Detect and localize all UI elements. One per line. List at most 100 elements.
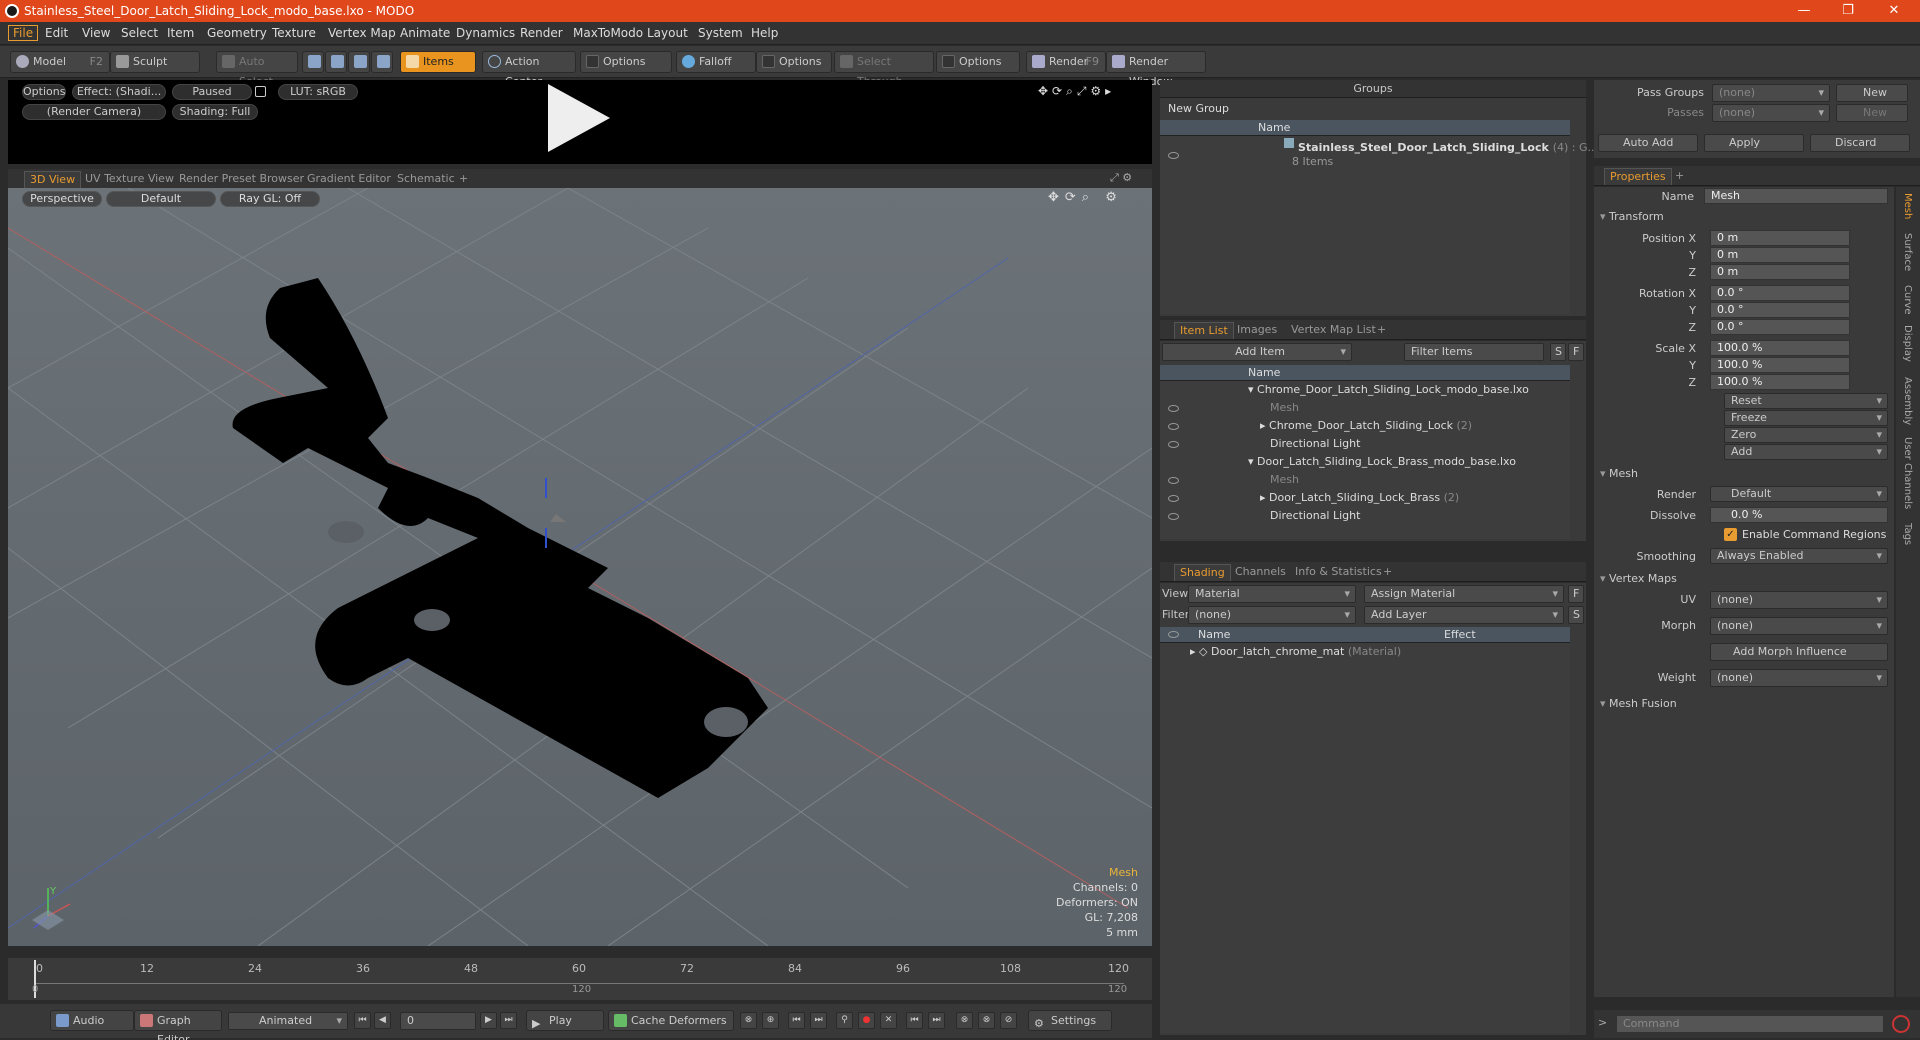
- cache-deformers-button[interactable]: Cache Deformers: [608, 1010, 734, 1031]
- raygl-dropdown[interactable]: Ray GL: Off: [220, 191, 320, 207]
- tab-3d-view[interactable]: 3D View: [24, 171, 82, 188]
- tab-images[interactable]: Images: [1232, 322, 1282, 339]
- next-marker-button[interactable]: ⏭: [928, 1012, 945, 1029]
- pass-groups-dropdown[interactable]: (none): [1712, 84, 1830, 102]
- enable-command-regions-checkbox[interactable]: ✓: [1724, 528, 1737, 541]
- item-row-locator[interactable]: ▸ Chrome_Door_Latch_Sliding_Lock (2): [1260, 417, 1472, 435]
- preview-lut-dropdown[interactable]: LUT: sRGB: [278, 84, 358, 100]
- item-row-mesh[interactable]: Mesh: [1270, 399, 1299, 417]
- key-tool-icon[interactable]: ⚲: [836, 1012, 853, 1029]
- item-row-scene[interactable]: ▾ Chrome_Door_Latch_Sliding_Lock_modo_ba…: [1248, 381, 1529, 399]
- position-z-field[interactable]: 0 m: [1710, 264, 1850, 280]
- item-row-locator[interactable]: ▸ Door_Latch_Sliding_Lock_Brass (2): [1260, 489, 1459, 507]
- tab-shading[interactable]: Shading: [1174, 564, 1231, 581]
- first-frame-button[interactable]: ⏮: [354, 1012, 371, 1029]
- menu-item[interactable]: Item: [167, 26, 194, 40]
- scale-y-field[interactable]: 100.0 %: [1710, 357, 1850, 373]
- smoothing-dropdown[interactable]: Always Enabled: [1710, 548, 1888, 564]
- menu-animate[interactable]: Animate: [400, 26, 450, 40]
- items-mode-button[interactable]: Items: [400, 51, 476, 73]
- falloff-options-button[interactable]: Options: [756, 51, 832, 73]
- channel-key-icon[interactable]: ⊗: [956, 1012, 973, 1029]
- preview-nav-icons[interactable]: ✥⟳⌕⤢⚙▸: [1038, 84, 1115, 99]
- tab-uv-texture-view[interactable]: UV Texture View: [80, 171, 179, 188]
- render-button[interactable]: Render F9: [1026, 51, 1106, 73]
- prev-key-button[interactable]: ⏮: [788, 1012, 805, 1029]
- next-key-button[interactable]: ⏭: [810, 1012, 827, 1029]
- zero-dropdown[interactable]: Zero: [1724, 427, 1888, 443]
- add-morph-influence-button[interactable]: Add Morph Influence: [1710, 643, 1888, 661]
- menu-dynamics[interactable]: Dynamics: [456, 26, 515, 40]
- graph-editor-button[interactable]: Graph Editor: [134, 1010, 222, 1040]
- auto-key-icon[interactable]: ⊕: [762, 1012, 779, 1029]
- menu-help[interactable]: Help: [751, 26, 778, 40]
- menu-system[interactable]: System: [698, 26, 743, 40]
- menu-geometry[interactable]: Geometry: [207, 26, 267, 40]
- action-center-button[interactable]: Action Center: [482, 51, 576, 88]
- tab-info-statistics[interactable]: Info & Statistics: [1290, 564, 1387, 581]
- next-frame-button[interactable]: ▶: [480, 1012, 497, 1029]
- vtab-surface[interactable]: Surface: [1902, 233, 1913, 271]
- scale-z-field[interactable]: 100.0 %: [1710, 374, 1850, 390]
- filter-s-button[interactable]: S: [1550, 343, 1566, 361]
- play-button[interactable]: ▶ Play: [526, 1010, 604, 1031]
- view-dropdown[interactable]: Material: [1188, 585, 1356, 603]
- vtab-user-channels[interactable]: User Channels: [1902, 437, 1913, 509]
- render-dropdown[interactable]: Default: [1710, 486, 1888, 502]
- tab-item-list[interactable]: Item List: [1174, 322, 1234, 339]
- command-stop-icon[interactable]: [1892, 1015, 1910, 1033]
- eye-icon[interactable]: [1168, 405, 1179, 412]
- add-tab-button[interactable]: +: [1372, 322, 1391, 339]
- mesh-section[interactable]: Mesh: [1600, 467, 1638, 480]
- menu-texture[interactable]: Texture: [272, 26, 316, 40]
- select-through-button[interactable]: Select Through: [834, 51, 934, 88]
- filter-items-input[interactable]: Filter Items: [1404, 343, 1544, 361]
- polygons-mode-button[interactable]: [348, 51, 370, 73]
- preview-paused-button[interactable]: Paused: [172, 84, 252, 100]
- shading-f-button[interactable]: F: [1568, 585, 1584, 603]
- menu-maxtomodo[interactable]: MaxToModo: [573, 26, 643, 40]
- vtab-mesh[interactable]: Mesh: [1902, 193, 1913, 219]
- action-center-options-button[interactable]: Options: [580, 51, 672, 73]
- record-icon[interactable]: ●: [858, 1012, 875, 1029]
- weight-dropdown[interactable]: (none): [1710, 669, 1888, 687]
- vtab-assembly[interactable]: Assembly: [1902, 377, 1913, 425]
- vertices-mode-button[interactable]: [302, 51, 324, 73]
- key-options-icon[interactable]: ✕: [880, 1012, 897, 1029]
- eye-icon[interactable]: [1168, 513, 1179, 520]
- item-row-mesh[interactable]: Mesh: [1270, 471, 1299, 489]
- assign-material-dropdown[interactable]: Assign Material: [1364, 585, 1564, 603]
- item-row-light[interactable]: Directional Light: [1270, 435, 1360, 453]
- audio-button[interactable]: Audio: [50, 1010, 134, 1031]
- position-x-field[interactable]: 0 m: [1710, 230, 1850, 246]
- tab-properties[interactable]: Properties: [1604, 168, 1672, 185]
- add-tab-button[interactable]: +: [1378, 564, 1397, 581]
- apply-button[interactable]: Apply: [1704, 134, 1804, 152]
- freeze-dropdown[interactable]: Freeze: [1724, 410, 1888, 426]
- channel-key-red-icon[interactable]: ⊗: [978, 1012, 995, 1029]
- vertex-maps-section[interactable]: Vertex Maps: [1600, 572, 1677, 585]
- restore-button[interactable]: ❐: [1828, 2, 1868, 20]
- viewport-nav-icons[interactable]: ✥⟳⌕ ⚙: [1048, 190, 1123, 205]
- close-button[interactable]: ✕: [1874, 2, 1914, 20]
- prev-frame-button[interactable]: ◀: [374, 1012, 391, 1029]
- new-group-button[interactable]: New Group: [1168, 102, 1229, 115]
- settings-button[interactable]: ⚙ Settings: [1028, 1010, 1112, 1031]
- preview-effect-dropdown[interactable]: Effect: (Shadi...: [72, 84, 166, 100]
- add-layer-dropdown[interactable]: Add Layer: [1364, 606, 1564, 624]
- filter-dropdown[interactable]: (none): [1188, 606, 1356, 624]
- rotation-y-field[interactable]: 0.0 °: [1710, 302, 1850, 318]
- eye-icon[interactable]: [1168, 152, 1179, 159]
- menu-select[interactable]: Select: [121, 26, 158, 40]
- select-through-options-button[interactable]: Options: [936, 51, 1020, 73]
- passes-dropdown[interactable]: (none): [1712, 104, 1830, 122]
- auto-add-button[interactable]: Auto Add: [1598, 134, 1698, 152]
- add-dropdown[interactable]: Add: [1724, 444, 1888, 460]
- item-row-light[interactable]: Directional Light: [1270, 507, 1360, 525]
- play-icon[interactable]: [548, 84, 610, 152]
- position-y-field[interactable]: 0 m: [1710, 247, 1850, 263]
- morph-dropdown[interactable]: (none): [1710, 617, 1888, 635]
- add-item-dropdown[interactable]: Add Item: [1162, 343, 1352, 361]
- menu-vertex-map[interactable]: Vertex Map: [328, 26, 396, 40]
- name-field[interactable]: Mesh: [1704, 188, 1888, 204]
